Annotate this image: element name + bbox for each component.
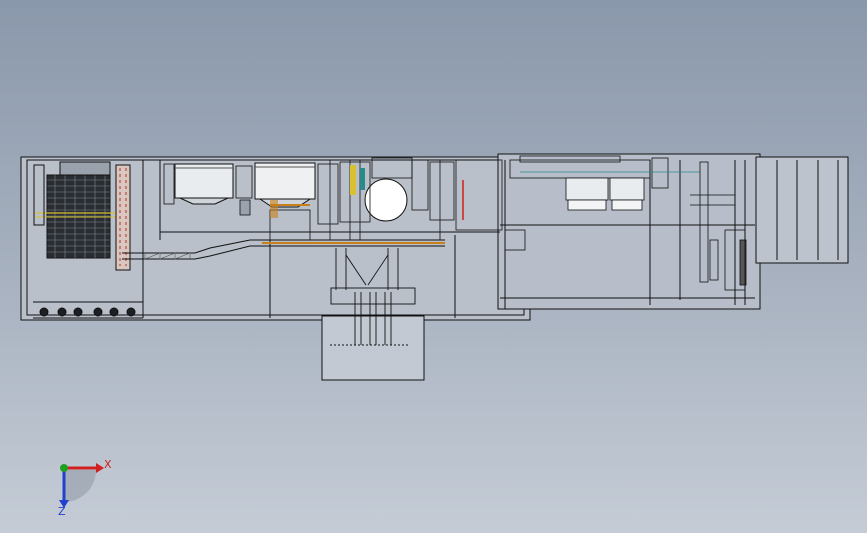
triad-shadow (64, 470, 96, 502)
cad-viewport[interactable]: X Z (0, 0, 867, 533)
y-axis-marker (60, 464, 68, 472)
x-axis-label: X (104, 458, 112, 471)
z-axis-label: Z (58, 505, 66, 518)
coordinate-triad: X Z (58, 458, 112, 518)
